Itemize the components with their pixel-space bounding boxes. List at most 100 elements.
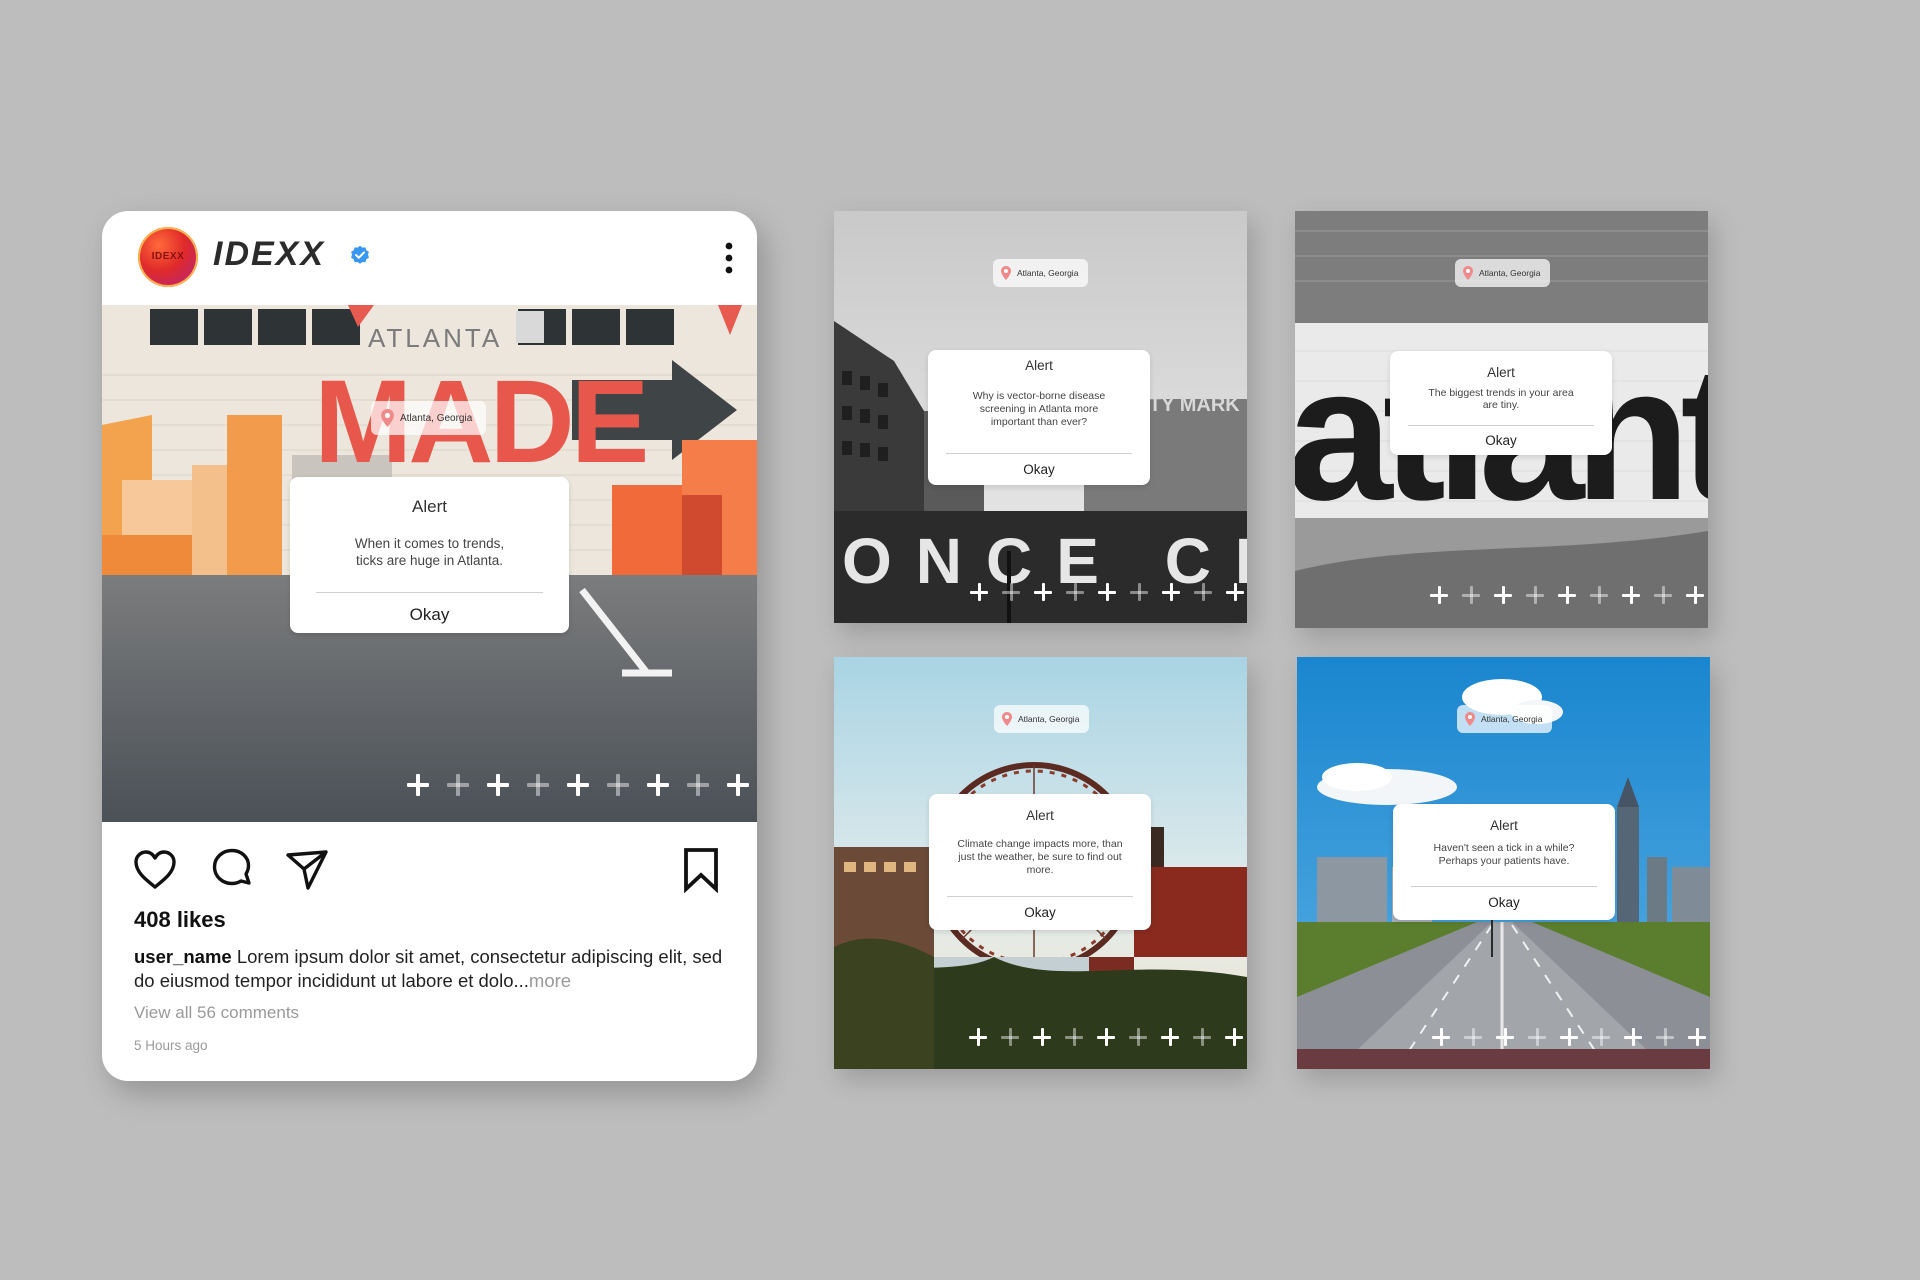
- plus-icon: [1654, 586, 1672, 604]
- plus-icon: [1688, 1028, 1706, 1046]
- plus-icon: [1430, 586, 1448, 604]
- location-pin-icon: [1465, 712, 1475, 726]
- alert-tile-2[interactable]: atlant Atlanta, Georgia Alert The bigges…: [1295, 211, 1708, 628]
- carousel-indicator: [969, 1028, 1247, 1046]
- location-pin-icon: [381, 409, 394, 427]
- mural-city-text: ATLANTA: [368, 323, 502, 353]
- post-timestamp: 5 Hours ago: [134, 1038, 208, 1053]
- comment-icon[interactable]: [209, 847, 255, 893]
- location-label: Atlanta, Georgia: [1481, 714, 1543, 724]
- carousel-indicator: [407, 774, 757, 796]
- plus-icon: [1097, 1028, 1115, 1046]
- alert-okay-button[interactable]: Okay: [290, 605, 569, 625]
- plus-icon: [1066, 583, 1084, 601]
- profile-avatar[interactable]: IDEXX: [138, 227, 198, 287]
- location-label: Atlanta, Georgia: [1017, 268, 1079, 278]
- caption-username[interactable]: user_name: [134, 946, 232, 967]
- alert-tile-1[interactable]: TY MARK ONCE CIT Atlanta, Georgia Alert …: [834, 211, 1247, 623]
- location-label: Atlanta, Georgia: [1018, 714, 1080, 724]
- plus-icon: [1002, 583, 1020, 601]
- plus-icon: [687, 774, 709, 796]
- alert-divider: [1411, 886, 1597, 887]
- plus-icon: [970, 583, 988, 601]
- location-tag[interactable]: Atlanta, Georgia: [994, 705, 1090, 733]
- alert-tile-4[interactable]: Atlanta, Georgia Alert Haven't seen a ti…: [1297, 657, 1710, 1069]
- verified-badge-icon: [351, 245, 369, 264]
- alert-tile-3[interactable]: Atlanta, Georgia Alert Climate change im…: [834, 657, 1247, 1069]
- location-tag[interactable]: Atlanta, Georgia: [371, 401, 487, 435]
- location-label: Atlanta, Georgia: [1479, 268, 1541, 278]
- alert-okay-button[interactable]: Okay: [1393, 895, 1615, 910]
- plus-icon: [1161, 1028, 1179, 1046]
- caption-more-link[interactable]: more: [529, 970, 571, 991]
- carousel-indicator: [1432, 1028, 1710, 1046]
- location-pin-icon: [1463, 266, 1473, 280]
- location-tag[interactable]: Atlanta, Georgia: [1457, 705, 1553, 733]
- more-vertical-icon[interactable]: [724, 241, 734, 275]
- plus-icon: [647, 774, 669, 796]
- plus-icon: [1592, 1028, 1610, 1046]
- plus-icon: [1193, 1028, 1211, 1046]
- plus-icon: [487, 774, 509, 796]
- bookmark-icon[interactable]: [678, 847, 724, 893]
- alert-divider: [316, 592, 543, 593]
- post-image[interactable]: ATLANTA MADE Atlanta, Georgia Alert When…: [102, 305, 757, 822]
- plus-icon: [1432, 1028, 1450, 1046]
- alert-divider: [1408, 425, 1594, 426]
- view-comments-link[interactable]: View all 56 comments: [134, 1003, 299, 1023]
- plus-icon: [727, 774, 749, 796]
- plus-icon: [969, 1028, 987, 1046]
- alert-okay-button[interactable]: Okay: [928, 462, 1150, 477]
- carousel-indicator: [1430, 586, 1708, 604]
- likes-count[interactable]: 408 likes: [134, 907, 226, 933]
- location-pin-icon: [1002, 712, 1012, 726]
- alert-message: Why is vector-borne disease screening in…: [972, 390, 1106, 428]
- plus-icon: [1034, 583, 1052, 601]
- plus-icon: [1686, 586, 1704, 604]
- alert-title: Alert: [1026, 808, 1054, 823]
- share-icon[interactable]: [284, 847, 330, 893]
- alert-message: Haven't seen a tick in a while? Perhaps …: [1433, 842, 1575, 867]
- plus-icon: [1558, 586, 1576, 604]
- heart-icon[interactable]: [132, 847, 178, 893]
- instagram-post-card: IDEXX IDEXX ATLANTA Atlanta, Georgia Ale…: [102, 211, 757, 1081]
- post-header: IDEXX IDEXX: [102, 211, 757, 305]
- tile1-sign-small-text: TY MARK: [1149, 394, 1240, 416]
- alert-okay-button[interactable]: Okay: [929, 905, 1151, 920]
- plus-icon: [1494, 586, 1512, 604]
- plus-icon: [1098, 583, 1116, 601]
- plus-icon: [1033, 1028, 1051, 1046]
- alert-okay-button[interactable]: Okay: [1390, 433, 1612, 448]
- carousel-indicator: [970, 583, 1247, 601]
- alert-message: The biggest trends in your area are tiny…: [1428, 387, 1574, 411]
- plus-icon: [1624, 1028, 1642, 1046]
- alert-title: Alert: [412, 497, 447, 516]
- location-tag[interactable]: Atlanta, Georgia: [993, 259, 1089, 287]
- plus-icon: [447, 774, 469, 796]
- plus-icon: [1130, 583, 1148, 601]
- plus-icon: [1464, 1028, 1482, 1046]
- alert-title: Alert: [1487, 365, 1515, 380]
- plus-icon: [1656, 1028, 1674, 1046]
- plus-icon: [1065, 1028, 1083, 1046]
- plus-icon: [1194, 583, 1212, 601]
- plus-icon: [1226, 583, 1244, 601]
- alert-divider: [946, 453, 1132, 454]
- location-pin-icon: [1001, 266, 1011, 280]
- alert-title: Alert: [1025, 358, 1053, 373]
- plus-icon: [1225, 1028, 1243, 1046]
- plus-icon: [527, 774, 549, 796]
- plus-icon: [1462, 586, 1480, 604]
- plus-icon: [1622, 586, 1640, 604]
- alert-title: Alert: [1490, 818, 1518, 833]
- alert-dialog: Alert The biggest trends in your area ar…: [1390, 351, 1612, 455]
- avatar-logo-text: IDEXX: [151, 251, 185, 262]
- plus-icon: [1162, 583, 1180, 601]
- post-actions-bar: [102, 833, 757, 903]
- account-name[interactable]: IDEXX: [213, 235, 325, 274]
- plus-icon: [1526, 586, 1544, 604]
- plus-icon: [1129, 1028, 1147, 1046]
- plus-icon: [1560, 1028, 1578, 1046]
- location-tag[interactable]: Atlanta, Georgia: [1455, 259, 1551, 287]
- alert-divider: [947, 896, 1133, 897]
